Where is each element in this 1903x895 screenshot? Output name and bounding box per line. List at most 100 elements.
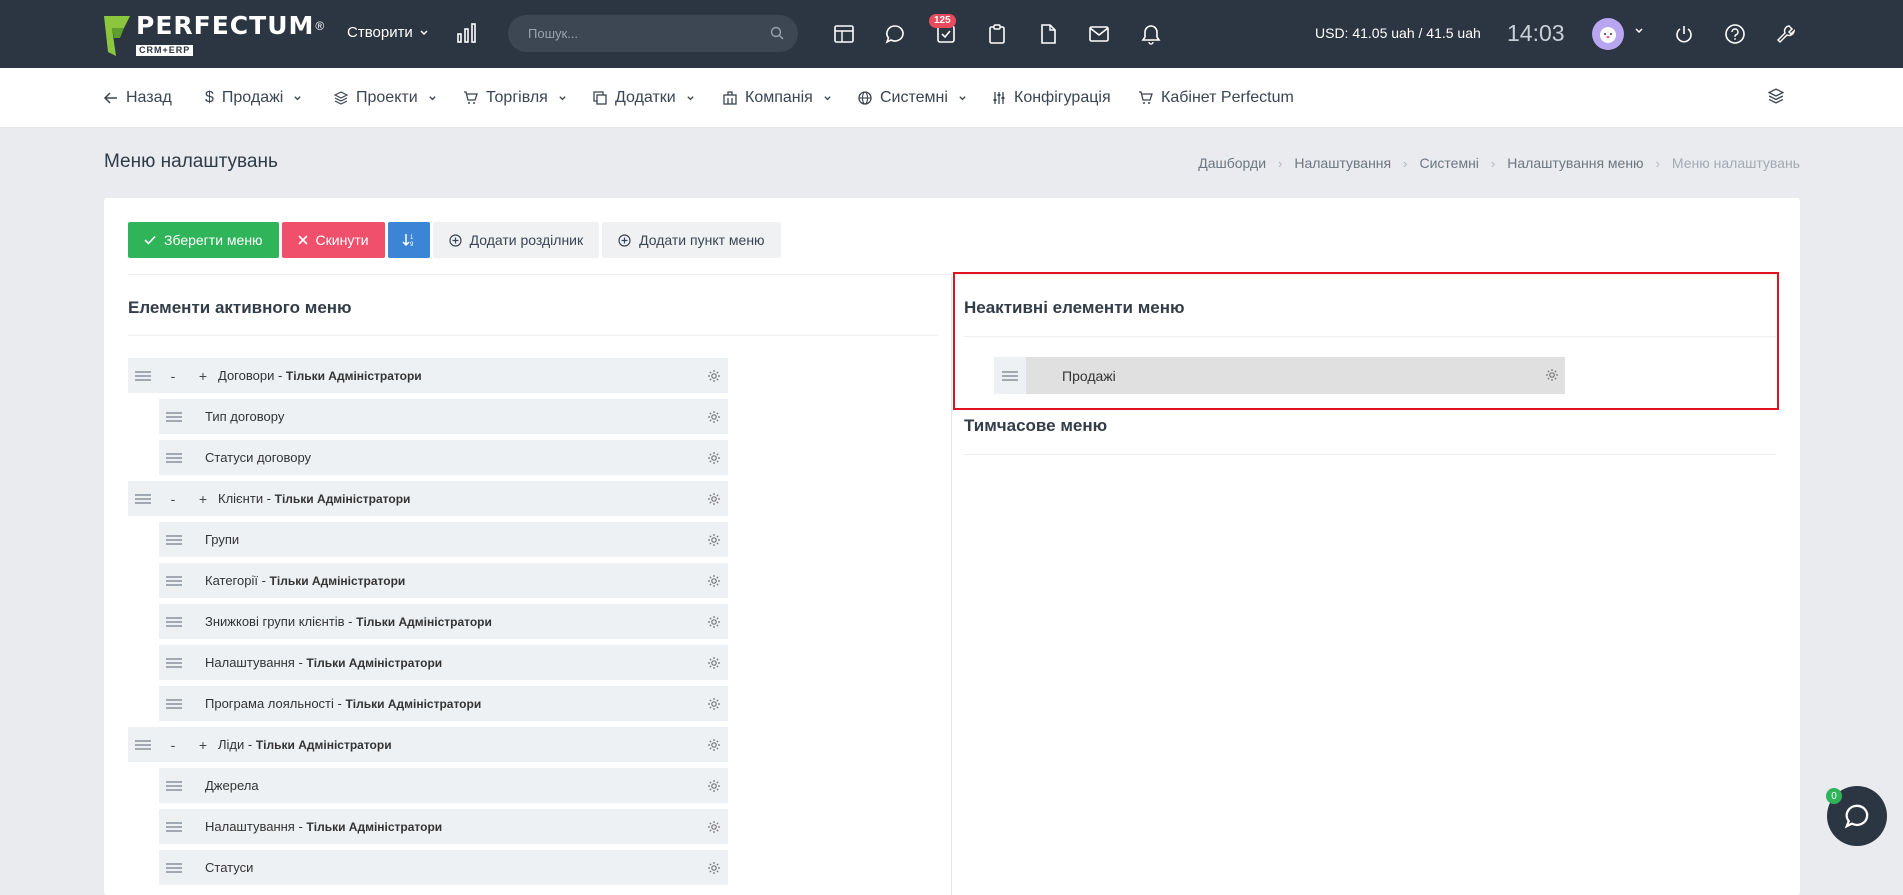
nav-company[interactable]: Компанія [723, 89, 832, 107]
drag-handle-icon[interactable] [159, 411, 189, 422]
chevron-down-icon [824, 95, 831, 100]
gear-icon[interactable] [700, 861, 728, 875]
nav-addons[interactable]: Додатки [593, 89, 695, 107]
drag-handle-icon[interactable] [159, 575, 189, 586]
nav-projects[interactable]: Проекти [334, 89, 437, 107]
menu-row[interactable]: Групи [159, 522, 728, 557]
nav-config[interactable]: Конфігурація [992, 89, 1111, 107]
nav-system-label: Системні [880, 89, 948, 106]
chevron-right-icon: › [1655, 155, 1660, 171]
chevron-down-icon[interactable] [1634, 26, 1644, 36]
calendar-table-icon[interactable] [832, 22, 856, 46]
menu-row-text: Програма лояльності - [205, 696, 346, 711]
collapse-button[interactable]: - [158, 491, 188, 507]
chevron-right-icon: › [1278, 155, 1283, 171]
drag-handle-icon[interactable] [159, 780, 189, 791]
menu-row[interactable]: Джерела [159, 768, 728, 803]
menu-row[interactable]: Програма лояльності - Тільки Адміністрат… [159, 686, 728, 721]
menu-row[interactable]: Категорії - Тільки Адміністратори [159, 563, 728, 598]
drag-handle-icon[interactable] [159, 657, 189, 668]
collapse-button[interactable]: - [158, 368, 188, 384]
menu-row-label: Статуси [205, 860, 700, 875]
menu-row-access: Тільки Адміністратори [306, 656, 443, 670]
stats-icon[interactable] [456, 22, 478, 47]
nav-cabinet[interactable]: Кабінет Perfectum [1138, 89, 1294, 107]
drag-handle-icon[interactable] [128, 493, 158, 504]
menu-row[interactable]: - + Клієнти - Тільки Адміністратори [128, 481, 728, 516]
menu-row-access: Тільки Адміністратори [285, 369, 422, 383]
gear-icon[interactable] [700, 533, 728, 547]
gear-icon[interactable] [700, 738, 728, 752]
gear-icon[interactable] [700, 820, 728, 834]
gear-icon[interactable] [700, 574, 728, 588]
menu-row-access: Тільки Адміністратори [345, 697, 482, 711]
drag-handle-icon[interactable] [128, 739, 158, 750]
chat-icon[interactable] [883, 22, 907, 46]
expand-button[interactable]: + [188, 737, 218, 753]
gear-icon[interactable] [700, 451, 728, 465]
bell-icon[interactable] [1139, 22, 1163, 46]
menu-row-label: Договори - Тільки Адміністратори [218, 368, 700, 383]
building-icon [723, 91, 737, 105]
add-menu-item-button[interactable]: Додати пункт меню [602, 222, 781, 258]
inactive-menu-item[interactable]: Продажі [994, 357, 1565, 394]
gear-icon[interactable] [700, 656, 728, 670]
avatar[interactable] [1592, 18, 1624, 50]
nav-trade[interactable]: Торгівля [463, 89, 567, 107]
reset-button[interactable]: Скинути [281, 222, 385, 258]
gear-icon[interactable] [700, 410, 728, 424]
nav-sales[interactable]: $ Продажі [205, 89, 302, 107]
breadcrumb-item[interactable]: Дашборди [1198, 155, 1266, 171]
drag-handle-icon[interactable] [994, 357, 1026, 394]
gear-icon[interactable] [700, 615, 728, 629]
menu-row[interactable]: Статуси [159, 850, 728, 885]
nav-system[interactable]: Системні [858, 89, 967, 107]
svg-text:1: 1 [410, 235, 414, 241]
document-icon[interactable] [1036, 22, 1060, 46]
search-icon[interactable] [770, 26, 784, 40]
gear-icon[interactable] [700, 492, 728, 506]
mail-icon[interactable] [1087, 22, 1111, 46]
gear-icon[interactable] [700, 779, 728, 793]
gear-icon[interactable] [1545, 368, 1559, 385]
wrench-icon[interactable] [1774, 22, 1798, 46]
collapse-button[interactable]: - [158, 737, 188, 753]
create-menu[interactable]: Створити [347, 24, 429, 41]
drag-handle-icon[interactable] [159, 616, 189, 627]
clipboard-icon[interactable] [985, 22, 1009, 46]
menu-row[interactable]: - + Договори - Тільки Адміністратори [128, 358, 728, 393]
menu-row[interactable]: Тип договору [159, 399, 728, 434]
drag-handle-icon[interactable] [128, 370, 158, 381]
column-divider [951, 275, 952, 895]
drag-handle-icon[interactable] [159, 862, 189, 873]
drag-handle-icon[interactable] [159, 698, 189, 709]
power-icon[interactable] [1672, 22, 1696, 46]
menu-row[interactable]: Налаштування - Тільки Адміністратори [159, 645, 728, 680]
search-input[interactable] [528, 26, 758, 41]
menu-row[interactable]: Статуси договору [159, 440, 728, 475]
help-icon[interactable] [1723, 22, 1747, 46]
nav-back[interactable]: Назад [104, 89, 172, 107]
menu-row[interactable]: Знижкові групи клієнтів - Тільки Адмініс… [159, 604, 728, 639]
plus-circle-icon [448, 233, 462, 247]
breadcrumb-item[interactable]: Налаштування меню [1507, 155, 1643, 171]
page-title: Меню налаштувань [104, 151, 278, 172]
logo[interactable]: PERFECTUM® CRM+ERP [104, 12, 324, 56]
breadcrumb-item[interactable]: Системні [1419, 155, 1478, 171]
chevron-down-icon [559, 95, 566, 100]
gear-icon[interactable] [700, 369, 728, 383]
drag-handle-icon[interactable] [159, 452, 189, 463]
nav-trade-label: Торгівля [486, 89, 548, 106]
save-menu-button[interactable]: Зберегти меню [128, 222, 279, 258]
menu-row[interactable]: - + Ліди - Тільки Адміністратори [128, 727, 728, 762]
gear-icon[interactable] [700, 697, 728, 711]
layers-icon[interactable] [1767, 88, 1785, 107]
expand-button[interactable]: + [188, 491, 218, 507]
drag-handle-icon[interactable] [159, 534, 189, 545]
sort-button[interactable]: 19 [387, 222, 430, 258]
expand-button[interactable]: + [188, 368, 218, 384]
menu-row[interactable]: Налаштування - Тільки Адміністратори [159, 809, 728, 844]
breadcrumb-item[interactable]: Налаштування [1294, 155, 1391, 171]
drag-handle-icon[interactable] [159, 821, 189, 832]
add-divider-button[interactable]: Додати розділник [432, 222, 600, 258]
